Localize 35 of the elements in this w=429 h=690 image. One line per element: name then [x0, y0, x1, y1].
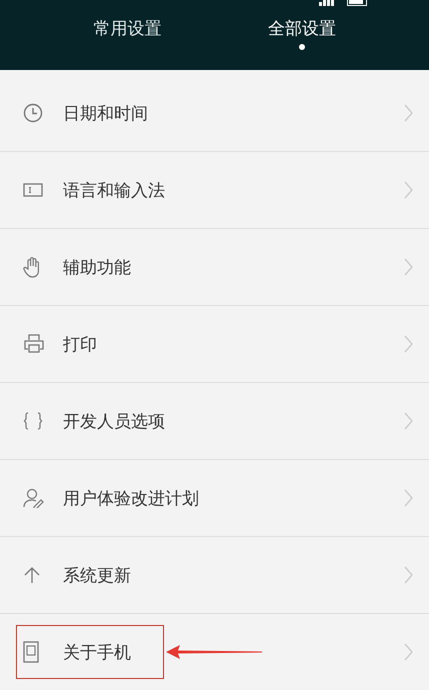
item-label: 日期和时间: [63, 102, 148, 124]
item-label: 系统更新: [63, 564, 131, 586]
printer-icon: [23, 334, 45, 354]
settings-item[interactable]: 系统更新: [0, 537, 429, 614]
item-label: 关于手机: [63, 642, 131, 664]
up-arrow-icon: [23, 566, 41, 584]
tab[interactable]: 全部设置: [258, 8, 346, 50]
signal-icon: [319, 0, 335, 6]
chevron-right-icon: [404, 258, 413, 276]
settings-item[interactable]: 打印: [0, 306, 429, 383]
settings-item[interactable]: 用户体验改进计划: [0, 460, 429, 537]
tab[interactable]: 常用设置: [83, 8, 172, 50]
clock-icon: [23, 103, 43, 123]
item-label: 语言和输入法: [63, 180, 165, 202]
chevron-right-icon: [404, 104, 413, 122]
chevron-right-icon: [404, 335, 413, 353]
settings-item[interactable]: 关于手机: [0, 614, 429, 690]
settings-item[interactable]: 开发人员选项: [0, 383, 429, 460]
item-label: 开发人员选项: [63, 410, 165, 432]
chevron-right-icon: [404, 643, 413, 661]
item-label: 辅助功能: [63, 256, 131, 278]
chevron-right-icon: [404, 489, 413, 507]
settings-item[interactable]: 辅助功能: [0, 229, 429, 306]
text-input-icon: [23, 183, 43, 197]
battery-icon: [347, 0, 369, 6]
settings-item[interactable]: 日期和时间: [0, 75, 429, 152]
settings-item[interactable]: 语言和输入法: [0, 152, 429, 229]
chevron-right-icon: [404, 181, 413, 199]
item-label: 用户体验改进计划: [63, 488, 199, 510]
code-braces-icon: [23, 412, 43, 430]
user-edit-icon: [23, 488, 45, 508]
chevron-right-icon: [404, 566, 413, 584]
chevron-right-icon: [404, 412, 413, 430]
phone-icon: [23, 641, 39, 663]
item-label: 打印: [63, 334, 97, 356]
